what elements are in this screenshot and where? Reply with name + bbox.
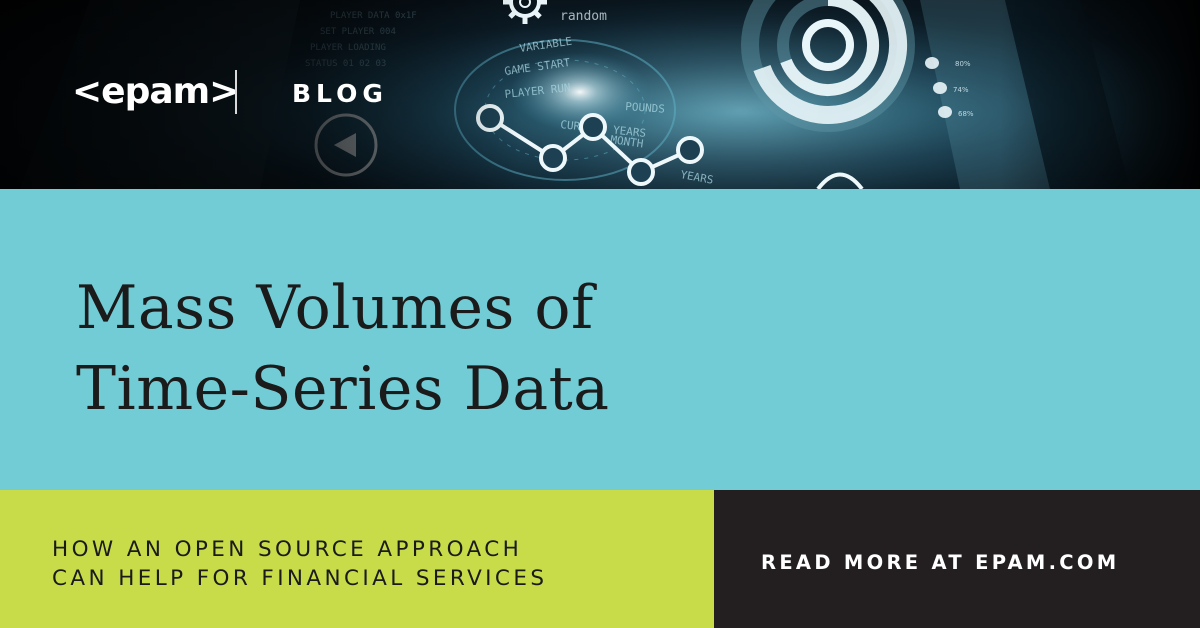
logo-divider — [235, 70, 237, 114]
subtitle-line-2: CAN HELP FOR FINANCIAL SERVICES — [52, 566, 548, 591]
svg-text:74%: 74% — [953, 86, 969, 94]
subtitle: HOW AN OPEN SOURCE APPROACH CAN HELP FOR… — [52, 535, 547, 593]
svg-text:68%: 68% — [958, 110, 974, 118]
epam-logo[interactable]: <epam> — [72, 72, 239, 112]
headline-line-2: Time-Series Data — [76, 354, 610, 424]
bg-text-random: random — [560, 9, 607, 24]
headline-line-1: Mass Volumes of — [76, 273, 594, 343]
headline: Mass Volumes of Time-Series Data — [76, 268, 610, 430]
svg-text:80%: 80% — [955, 60, 971, 68]
read-more-link[interactable]: READ MORE AT EPAM.COM — [761, 550, 1120, 576]
svg-text:POUNDS: POUNDS — [625, 100, 666, 116]
subtitle-line-1: HOW AN OPEN SOURCE APPROACH — [52, 537, 523, 562]
section-label-blog: BLOG — [292, 79, 388, 108]
header-banner: random VARIABLE GAME START PLAYER RUN PO… — [0, 0, 1200, 189]
banner-right-shade — [1000, 0, 1200, 189]
